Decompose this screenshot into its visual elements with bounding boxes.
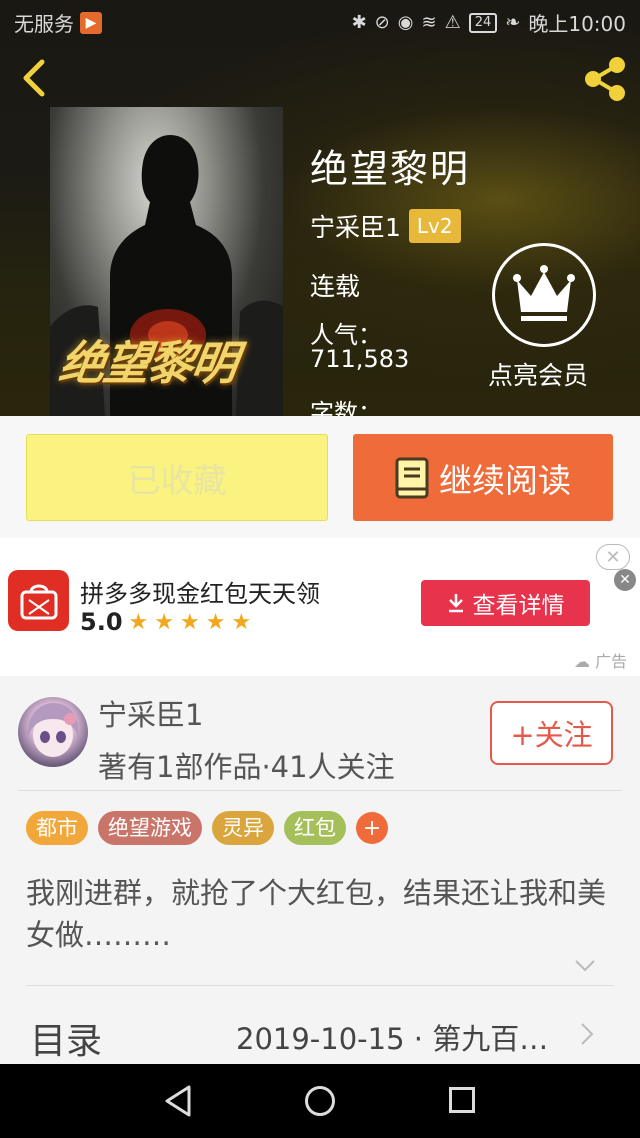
level-badge: Lv2 — [408, 209, 461, 243]
carrier-text: 无服务 — [14, 12, 74, 36]
tag-juewang-youxi[interactable]: 绝望游戏 — [98, 811, 202, 845]
avatar[interactable] — [18, 697, 88, 767]
nav-home-icon[interactable] — [305, 1086, 335, 1116]
chevron-down-icon[interactable] — [574, 959, 596, 973]
continue-reading-button[interactable]: 继续阅读 — [353, 434, 613, 521]
add-tag-button[interactable]: + — [356, 812, 388, 844]
cover-title-art: 绝望黎明 — [55, 336, 240, 390]
continue-reading-label: 继续阅读 — [439, 460, 571, 500]
video-app-icon: ▶ — [80, 11, 102, 34]
mute-icon: ⊘ — [374, 12, 390, 33]
author-row: 宁采臣1 Lv2 — [310, 208, 461, 244]
vip-crown-button[interactable] — [492, 243, 596, 347]
book-icon — [395, 457, 429, 498]
status-bar: 无服务 ▶ ✱ ⊘ ◉ ≋ ⚠ 24 ❧ 晚上10:00 — [0, 0, 640, 44]
tag-lingyi[interactable]: 灵异 — [212, 811, 274, 845]
ad-score: 5.0 — [80, 608, 123, 636]
book-intro[interactable]: 我刚进群，就抢了个大红包，结果还让我和美女做……… — [26, 872, 616, 956]
tag-hongbao[interactable]: 红包 — [284, 811, 346, 845]
crown-icon — [513, 265, 575, 321]
bluetooth-icon: ✱ — [351, 12, 367, 33]
wifi-icon: ≋ — [421, 12, 437, 33]
star-icon: ★ — [128, 609, 149, 635]
ad-details-button[interactable]: 查看详情 — [421, 580, 590, 626]
divider — [18, 790, 622, 791]
ad-dismiss-icon[interactable]: ✕ — [614, 569, 636, 591]
ad-rating: 5.0 ★ ★ ★ ★ ★ — [80, 608, 251, 636]
follow-button[interactable]: +关注 — [490, 701, 613, 765]
book-title: 绝望黎明 — [310, 147, 471, 191]
book-header: 无服务 ▶ ✱ ⊘ ◉ ≋ ⚠ 24 ❧ 晚上10:00 绝望黎明 绝望黎明 宁… — [0, 0, 640, 416]
download-icon — [448, 594, 463, 613]
tag-list: 都市 绝望游戏 灵异 红包 + — [26, 811, 388, 845]
toc-label[interactable]: 目录 — [30, 1012, 102, 1064]
divider — [26, 985, 614, 986]
nav-recent-apps-icon[interactable] — [449, 1087, 475, 1113]
word-count-label: 字数： — [310, 399, 382, 416]
collected-button[interactable]: 已收藏 — [26, 434, 328, 521]
author-section: 宁采臣1 著有1部作品·41人关注 +关注 都市 绝望游戏 灵异 红包 + 我刚… — [0, 676, 640, 1064]
share-icon[interactable] — [580, 55, 628, 103]
star-icon: ★ — [205, 609, 226, 635]
star-icon: ★ — [179, 609, 200, 635]
alert-icon: ⚠ — [444, 12, 461, 33]
battery-icon: 24 — [468, 12, 498, 33]
author-stats: 著有1部作品·41人关注 — [98, 750, 395, 784]
tag-dushi[interactable]: 都市 — [26, 811, 88, 845]
pinduoduo-logo-icon — [8, 570, 69, 631]
ad-title: 拼多多现金红包天天领 — [80, 580, 320, 608]
book-cover[interactable]: 绝望黎明 — [50, 107, 283, 416]
ad-banner[interactable]: 拼多多现金红包天天领 5.0 ★ ★ ★ ★ ★ 查看详情 ✕ ✕ ☁ 广告 — [0, 538, 640, 676]
nav-back-icon[interactable] — [163, 1084, 193, 1118]
eye-icon: ◉ — [397, 12, 414, 33]
ad-tag: ☁ 广告 — [574, 652, 628, 671]
back-arrow-icon[interactable] — [18, 58, 50, 98]
serial-status: 连载 — [310, 272, 361, 301]
clock-text: 晚上10:00 — [528, 12, 626, 36]
ad-close-icon[interactable]: ✕ — [596, 544, 630, 570]
star-icon: ★ — [154, 609, 174, 635]
ad-details-label: 查看详情 — [472, 593, 565, 619]
chevron-right-icon[interactable] — [580, 1022, 594, 1046]
leaf-icon: ❧ — [505, 12, 521, 33]
author-section-name[interactable]: 宁采臣1 — [98, 692, 203, 734]
status-right: ✱ ⊘ ◉ ≋ ⚠ 24 ❧ 晚上10:00 — [352, 8, 626, 37]
action-bar: 已收藏 继续阅读 — [0, 416, 640, 538]
android-nav-bar — [0, 1064, 640, 1138]
status-left: 无服务 ▶ — [14, 8, 102, 37]
popularity-value: 711,583 — [310, 345, 410, 373]
ad-tag-text: 广告 — [595, 652, 628, 671]
avatar-illustration — [27, 703, 79, 757]
pinduoduo-logo-glyph — [20, 584, 57, 619]
toc-latest-chapter[interactable]: 2019-10-15 · 第九百… — [236, 1016, 548, 1058]
vip-label[interactable]: 点亮会员 — [488, 356, 588, 392]
author-name[interactable]: 宁采臣1 — [310, 208, 401, 244]
star-icon: ★ — [231, 609, 252, 635]
